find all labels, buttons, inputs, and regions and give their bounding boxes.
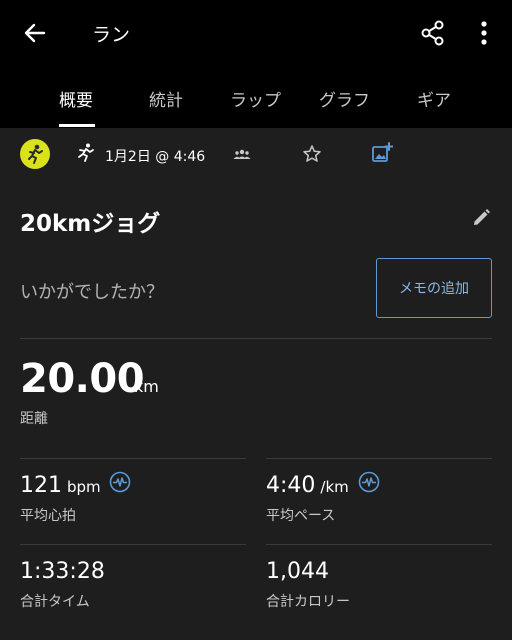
distance-label: 距離	[20, 411, 48, 427]
add-photo-icon	[372, 142, 394, 162]
runner-badge-icon	[28, 144, 43, 164]
divider	[20, 338, 492, 339]
activity-info-row: 1月2日 @ 4:46	[0, 128, 512, 184]
divider	[266, 458, 492, 459]
activity-date: 1月2日 @ 4:46	[105, 149, 206, 165]
total-time-label: 合計タイム	[20, 594, 90, 610]
tab-laps[interactable]: ラップ	[230, 86, 281, 111]
total-calories-value: 1,044	[266, 559, 329, 584]
avg-pace-label: 平均ペース	[266, 508, 336, 524]
share-icon	[421, 20, 444, 46]
star-icon	[303, 145, 321, 162]
tab-active-indicator	[59, 124, 95, 127]
edit-icon	[474, 209, 490, 225]
divider	[20, 458, 246, 459]
run-type-indicator	[74, 142, 96, 164]
back-arrow-icon	[24, 23, 46, 43]
divider	[266, 544, 492, 545]
pace-unit: /km	[320, 478, 349, 496]
favorite-button[interactable]	[302, 144, 322, 164]
people-button[interactable]	[233, 145, 251, 163]
heart-rate-zone-button[interactable]	[109, 471, 131, 493]
activity-name[interactable]: 20kmジョグ	[20, 204, 160, 238]
tab-graphs[interactable]: グラフ	[319, 86, 370, 111]
add-photo-button[interactable]	[371, 142, 394, 164]
more-vert-icon	[481, 21, 487, 45]
heart-rate-unit: bpm	[67, 478, 101, 496]
distance-unit: km	[134, 377, 159, 396]
avg-heart-rate-label: 平均心拍	[20, 508, 76, 524]
distance-value: 20.00	[20, 356, 145, 402]
back-button[interactable]	[20, 18, 50, 48]
heart-rate-icon	[358, 471, 380, 493]
tab-gear[interactable]: ギア	[417, 86, 451, 111]
tab-overview[interactable]: 概要	[59, 86, 93, 111]
heart-rate-icon	[109, 471, 131, 493]
activity-type-badge[interactable]	[20, 139, 50, 169]
pace-chart-button[interactable]	[358, 471, 380, 493]
divider	[20, 544, 246, 545]
total-calories-label: 合計カロリー	[266, 594, 350, 610]
runner-icon	[78, 143, 94, 162]
total-time-value: 1:33:28	[20, 559, 105, 584]
add-memo-button[interactable]: メモの追加	[376, 258, 492, 318]
share-button[interactable]	[418, 18, 448, 48]
heart-rate-number: 121	[20, 473, 62, 498]
pace-number: 4:40	[266, 473, 316, 498]
people-icon	[233, 149, 251, 159]
top-app-bar: ラン	[0, 0, 512, 66]
tab-bar: 概要 統計 ラップ グラフ ギア	[0, 66, 512, 128]
feedback-prompt[interactable]: いかがでしたか？	[20, 278, 164, 304]
more-options-button[interactable]	[474, 18, 494, 48]
avg-pace-value: 4:40/km	[266, 473, 349, 498]
avg-heart-rate-value: 121 bpm	[20, 473, 101, 498]
edit-name-button[interactable]	[470, 207, 492, 229]
activity-detail-screen: ラン 概要 統計 ラップ グラフ ギア 1月2日 @ 4:46 20kmジョグ …	[0, 0, 512, 640]
tab-stats[interactable]: 統計	[149, 86, 183, 111]
page-title: ラン	[92, 24, 131, 46]
